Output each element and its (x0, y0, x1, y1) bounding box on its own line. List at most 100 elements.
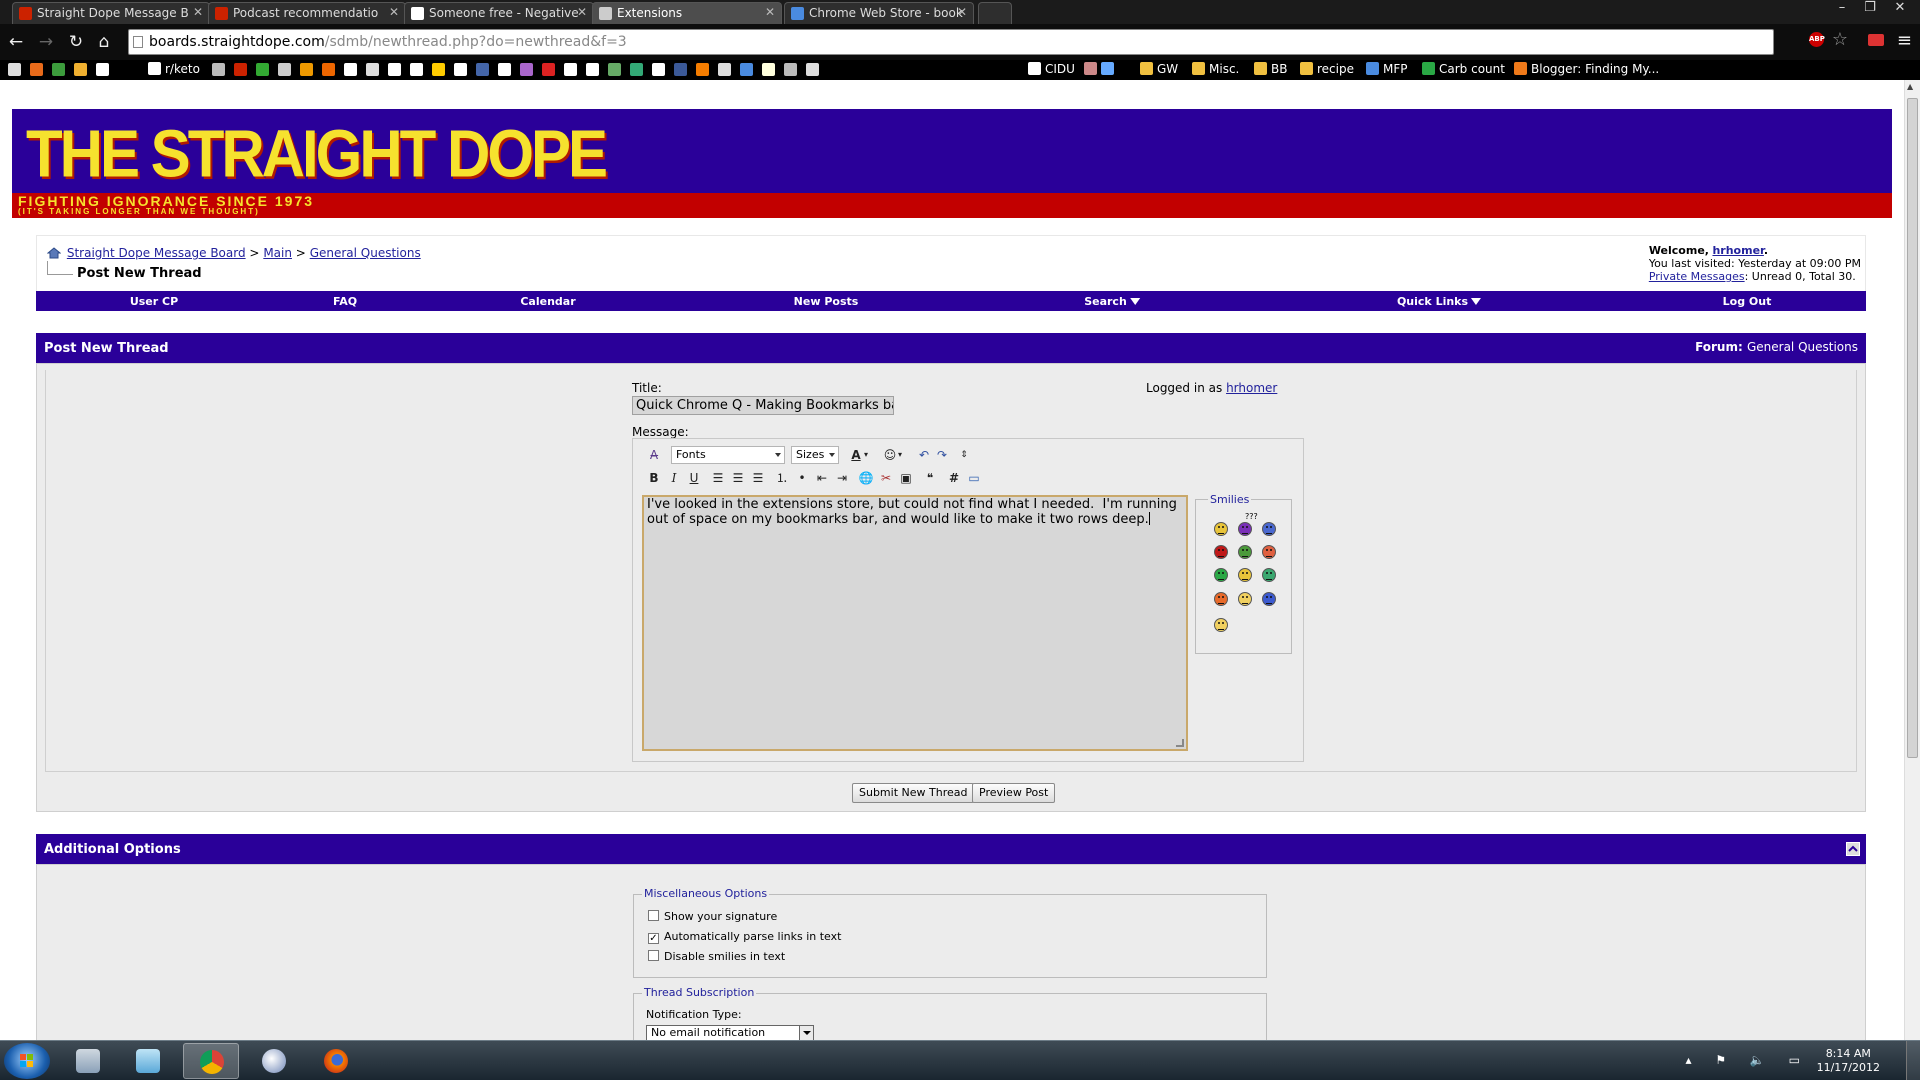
smiley-confused-icon[interactable] (1238, 522, 1252, 536)
back-arrow-icon[interactable]: ← (6, 32, 26, 52)
quote-icon[interactable]: ❝ (921, 469, 939, 487)
html-code-icon[interactable]: ▭ (965, 469, 983, 487)
bookmark-favicon-icon[interactable] (564, 63, 577, 76)
bookmark-favicon-icon[interactable] (322, 63, 335, 76)
show-signature-checkbox[interactable] (648, 910, 659, 921)
thread-title-input[interactable]: Quick Chrome Q - Making Bookmarks bar (632, 396, 894, 415)
disable-smilies-checkbox[interactable] (648, 950, 659, 961)
close-tab-icon[interactable]: ✕ (577, 5, 587, 19)
close-tab-icon[interactable]: ✕ (957, 5, 967, 19)
bookmark-favicon-icon[interactable] (256, 63, 269, 76)
bookmark-favicon-icon[interactable] (674, 63, 687, 76)
code-hash-icon[interactable]: # (945, 469, 963, 487)
outdent-icon[interactable]: ⇤ (813, 469, 831, 487)
bookmark-favicon-icon[interactable] (234, 63, 247, 76)
align-left-icon[interactable]: ☰ (709, 469, 727, 487)
nav-new-posts[interactable]: New Posts (794, 295, 859, 308)
welcome-username-link[interactable]: hrhomer (1712, 244, 1763, 257)
forward-arrow-icon[interactable]: → (36, 32, 56, 52)
bookmark-favicon-icon[interactable] (652, 63, 665, 76)
nav-quick-links[interactable]: Quick Links (1397, 295, 1482, 308)
taskbar-notepad[interactable] (120, 1043, 176, 1079)
insert-image-icon[interactable]: ▣ (897, 469, 915, 487)
minimize-icon[interactable]: – (1828, 0, 1856, 15)
bookmark-blogger[interactable]: Blogger: Finding My... (1514, 62, 1659, 76)
smiley-mad-icon[interactable] (1214, 545, 1228, 559)
bookmark-favicon-icon[interactable] (212, 63, 225, 76)
bookmark-favicon-icon[interactable] (432, 63, 445, 76)
bookmark-mfp[interactable]: MFP (1366, 62, 1408, 76)
smiley-redface-icon[interactable] (1238, 592, 1252, 606)
smiley-sick-icon[interactable] (1214, 568, 1228, 582)
chevron-down-icon[interactable]: ▾ (861, 446, 871, 464)
notification-type-select[interactable]: No email notification (646, 1025, 814, 1040)
logged-in-user-link[interactable]: hrhomer (1226, 381, 1277, 395)
undo-icon[interactable]: ↶ (915, 446, 933, 464)
redo-icon[interactable]: ↷ (933, 446, 951, 464)
option-show-signature[interactable]: Show your signature (648, 910, 777, 923)
unlink-icon[interactable]: ✂ (877, 469, 895, 487)
bookmark-extra-icons[interactable] (1084, 62, 1118, 76)
nav-user-cp[interactable]: User CP (130, 295, 178, 308)
smiley-wink-icon[interactable] (1238, 568, 1252, 582)
bookmark-folder-misc[interactable]: Misc. (1192, 62, 1239, 76)
system-tray-icons[interactable]: ▴ ⚑ 🔈 ▭ (1685, 1053, 1810, 1067)
remove-format-icon[interactable]: A̶ (645, 446, 663, 464)
bookmark-favicon-icon[interactable] (520, 63, 533, 76)
private-messages-link[interactable]: Private Messages (1649, 270, 1745, 283)
smiley-eek-icon[interactable] (1262, 568, 1276, 582)
taskbar-calculator[interactable] (60, 1043, 116, 1079)
extension-icon[interactable] (1868, 34, 1884, 46)
tab-chrome-web-store[interactable]: Chrome Web Store - book ✕ (784, 2, 974, 24)
resize-handle-icon[interactable] (1176, 739, 1184, 747)
unordered-list-icon[interactable]: • (793, 469, 811, 487)
page-scrollbar[interactable]: ▲ (1904, 80, 1920, 1040)
option-parse-links[interactable]: ✓ Automatically parse links in text (648, 930, 841, 944)
smiley-frown-icon[interactable] (1214, 592, 1228, 606)
nav-faq[interactable]: FAQ (333, 295, 357, 308)
restore-icon[interactable]: ❐ (1856, 0, 1884, 15)
start-button[interactable] (4, 1043, 50, 1079)
bookmark-favicon-icon[interactable] (410, 63, 423, 76)
home-icon[interactable]: ⌂ (94, 32, 114, 52)
bold-icon[interactable]: B (645, 469, 663, 487)
bookmark-favicon-icon[interactable] (344, 63, 357, 76)
smiley-biggrin-icon[interactable] (1262, 545, 1276, 559)
bookmark-favicon-icon[interactable] (630, 63, 643, 76)
taskbar-firefox[interactable] (308, 1043, 364, 1079)
bookmark-favicon-icon[interactable] (388, 63, 401, 76)
chevron-down-icon[interactable]: ▾ (895, 446, 905, 464)
bookmark-star-icon[interactable]: ☆ (1832, 29, 1848, 50)
ordered-list-icon[interactable]: ⒈ (773, 469, 791, 487)
bookmark-cidu[interactable]: CIDU (1028, 62, 1075, 76)
collapse-icon[interactable] (1846, 842, 1860, 856)
close-window-icon[interactable]: ✕ (1886, 0, 1914, 15)
bookmark-favicon-icon[interactable] (30, 63, 43, 76)
bookmark-favicon-icon[interactable] (476, 63, 489, 76)
nav-calendar[interactable]: Calendar (520, 295, 575, 308)
taskbar-clock[interactable]: 8:14 AM 11/17/2012 (1817, 1047, 1880, 1075)
adblock-plus-icon[interactable]: ABP (1809, 32, 1825, 47)
font-select[interactable]: Fonts (671, 446, 785, 464)
chrome-menu-icon[interactable]: ≡ (1897, 30, 1912, 51)
bookmark-favicon-icon[interactable] (96, 63, 109, 76)
resize-editor-icon[interactable]: ⇕ (955, 446, 973, 464)
scrollbar-thumb[interactable] (1907, 98, 1918, 758)
smiley-wave-icon[interactable] (1214, 618, 1228, 632)
bookmark-favicon-icon[interactable] (454, 63, 467, 76)
align-right-icon[interactable]: ☰ (749, 469, 767, 487)
bookmark-folder-recipe[interactable]: recipe (1300, 62, 1354, 76)
bookmark-favicon-icon[interactable] (52, 63, 65, 76)
breadcrumb-general-questions[interactable]: General Questions (310, 246, 421, 260)
site-banner[interactable]: THE STRAIGHT DOPE FIGHTING IGNORANCE SIN… (12, 109, 1892, 218)
option-disable-smilies[interactable]: Disable smilies in text (648, 950, 785, 963)
bookmark-favicon-icon[interactable] (300, 63, 313, 76)
nav-log-out[interactable]: Log Out (1723, 295, 1772, 308)
smiley-sad-icon[interactable] (1262, 592, 1276, 606)
bookmark-folder-bb[interactable]: BB (1254, 62, 1287, 76)
smiley-rolleyes-icon[interactable] (1262, 522, 1276, 536)
bookmark-folder-gw[interactable]: GW (1140, 62, 1178, 76)
smiley-smile-icon[interactable] (1214, 522, 1228, 536)
bookmark-favicon-icon[interactable] (718, 63, 731, 76)
tab-podcast[interactable]: Podcast recommendatio ✕ (208, 2, 406, 24)
